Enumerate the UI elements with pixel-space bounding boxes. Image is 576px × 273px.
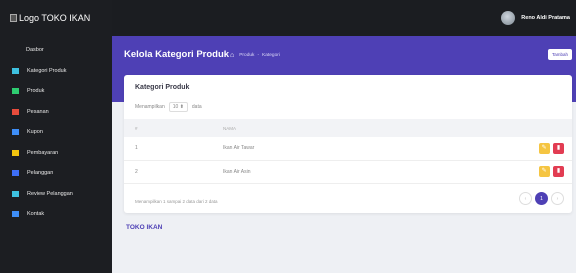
sidebar-item-label: Pelanggan bbox=[27, 170, 54, 177]
chevron-updown-icon: ⬍ bbox=[179, 104, 184, 110]
page-length-control: Menampilkan 10 ⬍ data bbox=[135, 102, 202, 112]
edit-button[interactable]: ✎ bbox=[538, 166, 550, 177]
breadcrumb: ⌂ Produk - Kategori bbox=[230, 52, 280, 59]
breadcrumb-item-produk[interactable]: Produk bbox=[239, 53, 254, 58]
sidebar-item-produk[interactable]: Produk bbox=[0, 81, 112, 102]
trash-icon: ▮ bbox=[556, 144, 561, 151]
column-header-name[interactable]: NAMA bbox=[212, 119, 502, 137]
logo[interactable]: Logo TOKO IKAN bbox=[0, 0, 112, 36]
pagination: ‹ 1 › bbox=[519, 192, 564, 205]
column-header-action bbox=[502, 119, 572, 137]
sidebar-item-label: Pesanan bbox=[27, 108, 49, 115]
add-button[interactable]: Tambah bbox=[547, 49, 572, 60]
cell-actions: ✎ ▮ bbox=[502, 160, 572, 184]
sidebar-item-label: Pembayaran bbox=[27, 149, 59, 156]
table-row: 2 Ikan Air Asin ✎ ▮ bbox=[124, 160, 572, 184]
bag-icon bbox=[12, 108, 19, 115]
credit-card-icon bbox=[12, 149, 19, 156]
footer-brand: TOKO IKAN bbox=[126, 224, 163, 231]
pagination-page-1[interactable]: 1 bbox=[535, 192, 548, 205]
sidebar-item-kupon[interactable]: Kupon bbox=[0, 122, 112, 143]
users-icon bbox=[12, 170, 19, 177]
category-card: Kategori Produk Menampilkan 10 ⬍ data # … bbox=[124, 75, 572, 213]
pagination-next[interactable]: › bbox=[551, 192, 564, 205]
page-length-suffix: data bbox=[191, 104, 202, 110]
sidebar-item-review-pelanggan[interactable]: Review Pelanggan bbox=[0, 184, 112, 205]
delete-button[interactable]: ▮ bbox=[553, 142, 564, 154]
home-icon[interactable]: ⌂ bbox=[230, 52, 234, 59]
user-menu[interactable]: Reno Aldi Pratama bbox=[501, 11, 570, 25]
sidebar-item-label: Kontak bbox=[27, 211, 45, 218]
cart-icon bbox=[12, 88, 19, 95]
sidebar-nav: Dasbor Kategori Produk Produk Pesanan Ku… bbox=[0, 40, 112, 225]
sidebar-item-pesanan[interactable]: Pesanan bbox=[0, 102, 112, 123]
ticket-icon bbox=[12, 129, 19, 136]
cell-name: Ikan Air Asin bbox=[212, 160, 502, 184]
phone-icon bbox=[12, 211, 19, 218]
sidebar-item-pembayaran[interactable]: Pembayaran bbox=[0, 143, 112, 164]
breadcrumb-separator: - bbox=[257, 53, 260, 58]
page-length-value: 10 bbox=[172, 104, 179, 110]
table-header-row: # NAMA bbox=[124, 119, 572, 137]
category-table: # NAMA 1 Ikan Air Tawar ✎ ▮ 2 Ikan Air A… bbox=[124, 119, 572, 184]
cell-number: 1 bbox=[124, 137, 212, 161]
avatar bbox=[501, 11, 516, 25]
grid-icon bbox=[12, 67, 19, 74]
cell-name: Ikan Air Tawar bbox=[212, 137, 502, 161]
cell-number: 2 bbox=[124, 160, 212, 184]
sidebar-item-label: Dasbor bbox=[26, 47, 44, 54]
sidebar: Logo TOKO IKAN Dasbor Kategori Produk Pr… bbox=[0, 0, 112, 273]
trash-icon: ▮ bbox=[556, 168, 561, 174]
sidebar-item-label: Kupon bbox=[27, 129, 43, 136]
page-length-select[interactable]: 10 ⬍ bbox=[168, 102, 188, 112]
column-header-number[interactable]: # bbox=[124, 119, 212, 137]
pencil-icon: ✎ bbox=[541, 144, 547, 151]
card-title: Kategori Produk bbox=[135, 84, 190, 91]
logo-text: Logo TOKO IKAN bbox=[19, 13, 91, 23]
broken-image-icon bbox=[10, 14, 17, 22]
sidebar-item-kategori-produk[interactable]: Kategori Produk bbox=[0, 61, 112, 82]
sidebar-item-dasbor[interactable]: Dasbor bbox=[0, 40, 112, 61]
edit-button[interactable]: ✎ bbox=[538, 142, 550, 154]
sidebar-item-label: Review Pelanggan bbox=[27, 190, 73, 197]
sidebar-item-kontak[interactable]: Kontak bbox=[0, 204, 112, 225]
page-title: Kelola Kategori Produk bbox=[124, 49, 230, 60]
pencil-icon: ✎ bbox=[541, 168, 547, 174]
user-name: Reno Aldi Pratama bbox=[521, 15, 570, 21]
sidebar-item-label: Produk bbox=[27, 88, 45, 95]
sidebar-item-pelanggan[interactable]: Pelanggan bbox=[0, 163, 112, 184]
page-length-label: Menampilkan bbox=[135, 104, 165, 110]
pagination-prev[interactable]: ‹ bbox=[519, 192, 532, 205]
cell-actions: ✎ ▮ bbox=[502, 137, 572, 161]
table-row: 1 Ikan Air Tawar ✎ ▮ bbox=[124, 137, 572, 161]
sidebar-item-label: Kategori Produk bbox=[27, 67, 67, 74]
topbar: Reno Aldi Pratama bbox=[112, 0, 576, 36]
table-info: Menampilkan 1 sampai 2 data dari 2 data bbox=[135, 199, 218, 204]
breadcrumb-item-kategori: Kategori bbox=[262, 53, 280, 58]
comment-icon bbox=[12, 190, 19, 197]
delete-button[interactable]: ▮ bbox=[553, 166, 564, 177]
